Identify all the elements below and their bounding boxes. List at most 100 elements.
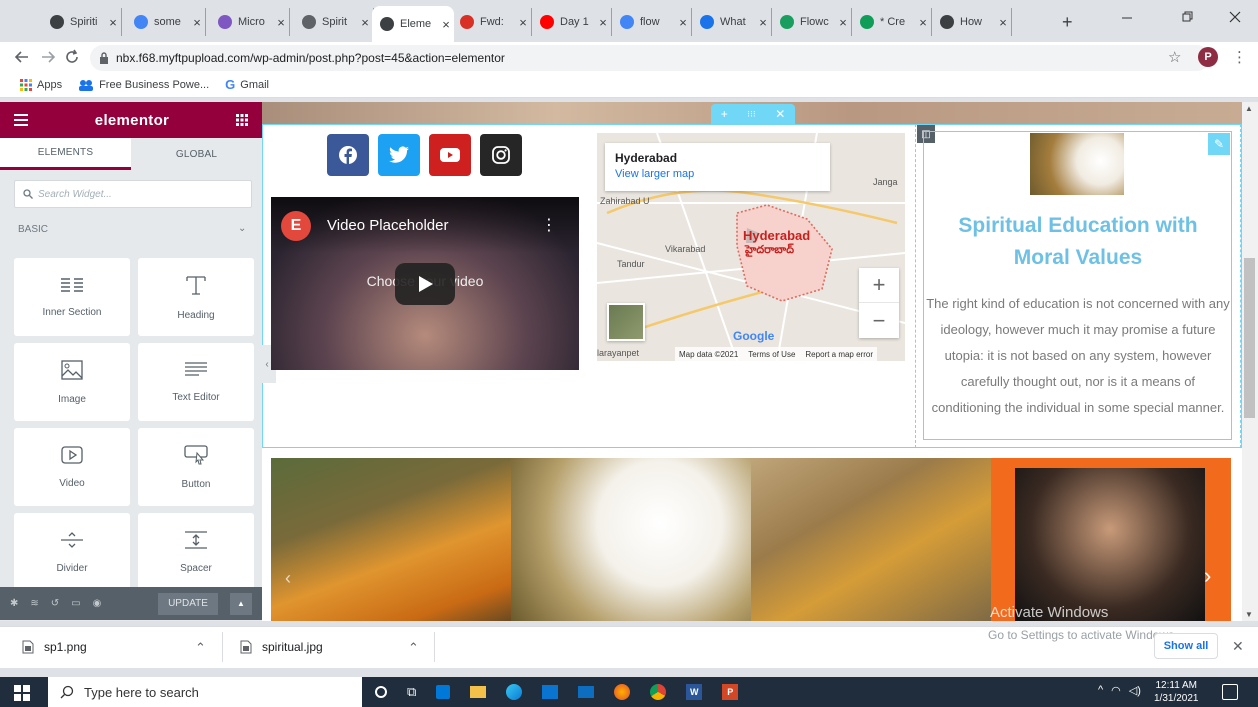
tab-3[interactable]: Spirit × (294, 8, 374, 36)
zoom-out-icon[interactable]: − (859, 303, 899, 338)
menu-kebab-icon[interactable]: ⋮ (1232, 48, 1247, 66)
file-explorer-icon[interactable] (470, 686, 487, 698)
close-tab-icon[interactable]: × (835, 15, 851, 30)
restore-icon[interactable] (1180, 10, 1194, 24)
chevron-up-icon[interactable]: ⌃ (195, 640, 206, 656)
widget-divider[interactable]: Divider (14, 513, 130, 591)
responsive-desktop-icon[interactable]: ▭ (71, 598, 80, 609)
map-terms-link[interactable]: Terms of Use (748, 350, 795, 359)
download-item[interactable]: spiritual.jpg (240, 640, 323, 654)
windows-start-icon[interactable] (14, 685, 30, 701)
close-tab-icon[interactable]: × (105, 15, 121, 30)
gallery-image-painting[interactable] (751, 458, 991, 621)
section-handle[interactable]: + ⁝⁝⁝ ✕ (711, 104, 795, 124)
minimize-icon[interactable] (1120, 10, 1134, 24)
close-tab-icon[interactable]: × (595, 15, 611, 30)
youtube-icon[interactable] (429, 134, 471, 176)
edge-icon[interactable] (506, 684, 523, 700)
hamburger-icon[interactable] (14, 114, 28, 126)
widget-heading[interactable]: Heading (138, 258, 254, 336)
close-downloads-icon[interactable]: ✕ (1232, 638, 1244, 655)
close-tab-icon[interactable]: × (357, 15, 373, 30)
map-report-link[interactable]: Report a map error (805, 350, 873, 359)
chrome-icon[interactable] (650, 684, 667, 700)
widget-inner-section[interactable]: Inner Section (14, 258, 130, 336)
update-button[interactable]: UPDATE (158, 592, 218, 615)
navigator-layers-icon[interactable]: ≋ (30, 598, 38, 609)
widget-search-input[interactable]: Search Widget... (14, 180, 252, 208)
tab-9[interactable]: Flowc × (772, 8, 852, 36)
tab-7[interactable]: flow × (612, 8, 692, 36)
mail-icon[interactable] (578, 686, 595, 698)
satellite-toggle[interactable] (607, 303, 645, 341)
video-menu-icon[interactable]: ⋮ (541, 215, 557, 235)
taskbar-search-box[interactable]: Type here to search (48, 677, 362, 707)
drag-handle-icon[interactable]: ⁝⁝⁝ (747, 109, 756, 120)
tab-8[interactable]: What × (692, 8, 772, 36)
tab-0[interactable]: Spiriti × (42, 8, 122, 36)
reload-icon[interactable] (64, 49, 80, 65)
add-section-icon[interactable]: + (721, 107, 728, 121)
back-icon[interactable] (14, 49, 30, 65)
close-tab-icon[interactable]: × (273, 15, 289, 30)
word-icon[interactable]: W (686, 684, 703, 700)
tab-11[interactable]: How × (932, 8, 1012, 36)
scroll-up-icon[interactable]: ▲ (1245, 104, 1253, 113)
gallery-prev-icon[interactable]: ‹ (285, 568, 291, 589)
firefox-icon[interactable] (614, 684, 631, 700)
scroll-down-icon[interactable]: ▼ (1245, 610, 1253, 619)
download-item[interactable]: sp1.png (22, 640, 87, 654)
google-map[interactable]: Hyderabad View larger map Zahirabad U Ta… (597, 133, 905, 361)
tab-5[interactable]: Fwd: × (452, 8, 532, 36)
bookmark-star-icon[interactable]: ☆ (1168, 48, 1181, 66)
update-options-icon[interactable]: ▲ (230, 592, 252, 615)
forward-icon[interactable] (40, 49, 56, 65)
bookmark-apps[interactable]: Apps (20, 78, 62, 91)
widget-text-editor[interactable]: Text Editor (138, 343, 254, 421)
powerpoint-icon[interactable]: P (722, 684, 739, 700)
new-tab-button[interactable]: + (1062, 12, 1073, 33)
video-title[interactable]: Video Placeholder (327, 217, 448, 234)
facebook-icon[interactable] (327, 134, 369, 176)
task-view-icon[interactable]: ⧉ (407, 684, 416, 700)
close-tab-icon[interactable]: × (675, 15, 691, 30)
notification-icon[interactable] (1222, 684, 1238, 700)
show-all-button[interactable]: Show all (1154, 633, 1218, 659)
widgets-grid-icon[interactable] (235, 114, 248, 126)
widget-spacer[interactable]: Spacer (138, 513, 254, 591)
gallery-image-students[interactable] (271, 458, 511, 621)
history-icon[interactable]: ↺ (51, 598, 59, 609)
lock-icon[interactable] (98, 51, 110, 65)
close-tab-icon[interactable]: × (995, 15, 1011, 30)
widget-image[interactable]: Image (14, 343, 130, 421)
tab-10[interactable]: * Cre × (852, 8, 932, 36)
store-icon[interactable] (542, 685, 559, 699)
chevron-up-icon[interactable]: ⌃ (408, 640, 419, 656)
scrollbar-thumb[interactable] (1244, 258, 1255, 418)
gallery-image-light[interactable] (511, 458, 751, 621)
close-tab-icon[interactable]: × (515, 15, 531, 30)
close-tab-icon[interactable]: × (915, 15, 931, 30)
video-placeholder[interactable]: E Video Placeholder ⋮ Choose your video (271, 197, 579, 370)
gallery-next-icon[interactable]: › (1204, 563, 1211, 589)
tab-2[interactable]: Micro × (210, 8, 290, 36)
volume-icon[interactable]: ◁) (1129, 684, 1141, 697)
bookmark-business[interactable]: Free Business Powe... (78, 79, 209, 91)
profile-avatar[interactable]: P (1198, 47, 1218, 67)
settings-gear-icon[interactable]: ✱ (10, 598, 18, 609)
zoom-in-icon[interactable]: + (859, 268, 899, 303)
tab-elements[interactable]: ELEMENTS (0, 138, 131, 170)
wifi-icon[interactable]: ◠ (1111, 684, 1121, 697)
close-tab-icon[interactable]: × (189, 15, 205, 30)
tab-global[interactable]: GLOBAL (131, 138, 262, 170)
taskbar-clock[interactable]: 12:11 AM 1/31/2021 (1154, 679, 1199, 705)
tray-chevron-icon[interactable]: ^ (1098, 684, 1103, 697)
delete-section-icon[interactable]: ✕ (775, 107, 785, 121)
tab-4[interactable]: Eleme × (372, 6, 454, 42)
media-app-icon[interactable] (436, 685, 451, 699)
widget-button[interactable]: Button (138, 428, 254, 506)
view-larger-map-link[interactable]: View larger map (615, 168, 820, 180)
edit-pencil-icon[interactable]: ✎ (1208, 133, 1230, 155)
close-tab-icon[interactable]: × (755, 15, 771, 30)
close-window-icon[interactable] (1228, 10, 1242, 24)
